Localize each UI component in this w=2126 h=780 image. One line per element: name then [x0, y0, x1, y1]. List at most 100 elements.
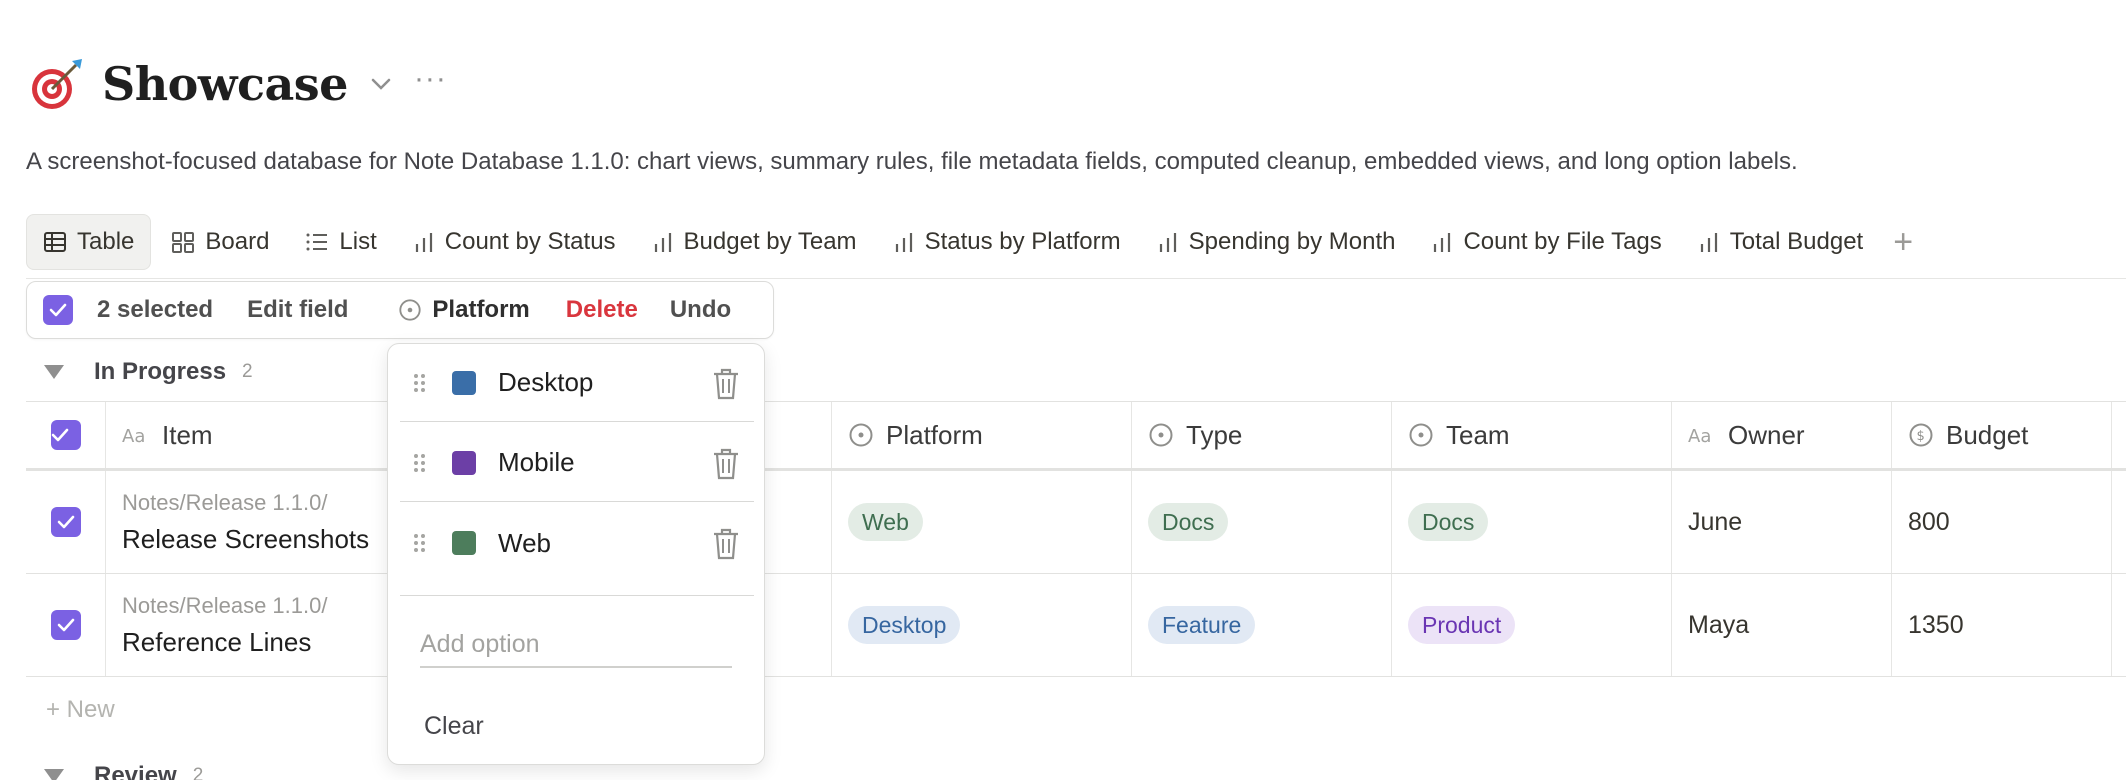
group-name: In Progress [94, 358, 227, 385]
tab-list[interactable]: List [289, 214, 392, 270]
type-tag: Docs [1148, 503, 1229, 541]
column-header-team[interactable]: Team [1392, 402, 1672, 468]
chart-icon [1700, 233, 1717, 252]
row-checkbox[interactable] [50, 610, 81, 640]
budget-cell[interactable]: 1350 [1892, 574, 2112, 676]
group-name: Review [94, 762, 177, 780]
tab-label: List [339, 228, 377, 255]
drag-handle-icon[interactable] [414, 534, 426, 552]
row-select-cell[interactable] [26, 471, 106, 573]
platform-field-label: Platform [432, 296, 530, 323]
chart-icon [1434, 233, 1451, 252]
group-header-review[interactable]: Review 2 [44, 762, 203, 780]
view-tabs: Table Board List Count by Status Budget … [26, 214, 1913, 270]
delete-button[interactable]: Delete [566, 296, 638, 324]
platform-options-dropdown: Desktop Mobile Web Add option Clear [387, 343, 765, 765]
select-property-icon [1409, 423, 1433, 447]
column-header-budget[interactable]: $ Budget [1892, 402, 2112, 468]
option-label[interactable]: Desktop [498, 367, 593, 398]
team-tag: Docs [1408, 503, 1489, 541]
row-checkbox[interactable] [50, 507, 81, 537]
drag-handle-icon[interactable] [414, 373, 426, 392]
column-header-platform[interactable]: Platform [832, 402, 1132, 468]
tab-board[interactable]: Board [155, 214, 285, 270]
type-cell[interactable]: Feature [1132, 574, 1392, 676]
platform-field-button[interactable]: Platform [398, 296, 530, 324]
list-icon [306, 233, 328, 251]
item-name[interactable]: Release Screenshots [122, 524, 369, 555]
column-header-type[interactable]: Type [1132, 402, 1392, 468]
checkmark-icon [57, 515, 74, 529]
option-web[interactable]: Web [400, 504, 754, 582]
option-mobile[interactable]: Mobile [400, 424, 754, 502]
selection-checkbox[interactable] [43, 295, 73, 325]
tab-budget-by-team[interactable]: Budget by Team [636, 214, 873, 270]
option-label[interactable]: Web [498, 528, 551, 559]
add-view-plus-icon[interactable]: + [1893, 225, 1913, 259]
owner-cell[interactable]: Maya [1672, 574, 1892, 676]
color-swatch[interactable] [452, 531, 476, 555]
tab-status-by-platform[interactable]: Status by Platform [877, 214, 1137, 270]
checkmark-icon [51, 428, 68, 442]
tab-spending-by-month[interactable]: Spending by Month [1141, 214, 1412, 270]
add-option-input[interactable]: Add option [420, 622, 732, 668]
item-path: Notes/Release 1.1.0/ [122, 592, 328, 618]
add-new-row-button[interactable]: + New [46, 696, 115, 724]
owner-cell[interactable]: June [1672, 471, 1892, 573]
table-header-row: Aa Item Platform Type Team Aa Owner $ Bu… [26, 401, 2126, 471]
collapse-triangle-icon[interactable] [44, 769, 64, 780]
edit-field-button[interactable]: Edit field [247, 296, 348, 324]
clear-button[interactable]: Clear [424, 712, 484, 741]
page-description: A screenshot-focused database for Note D… [26, 148, 1798, 175]
tab-count-by-status[interactable]: Count by Status [397, 214, 632, 270]
overflow-cell[interactable]: 22 [2112, 471, 2126, 573]
option-desktop[interactable]: Desktop [400, 344, 754, 422]
column-header-owner[interactable]: Aa Owner [1672, 402, 1892, 468]
trash-icon[interactable] [712, 368, 740, 400]
overflow-cell[interactable]: 64 [2112, 574, 2126, 676]
collapse-triangle-icon[interactable] [44, 365, 64, 379]
column-label: Platform [886, 419, 983, 450]
column-label: Item [162, 419, 213, 450]
color-swatch[interactable] [452, 450, 476, 475]
team-cell[interactable]: Product [1392, 574, 1672, 676]
trash-icon[interactable] [712, 528, 740, 560]
budget-cell[interactable]: 800 [1892, 471, 2112, 573]
group-header-in-progress[interactable]: In Progress 2 [44, 358, 253, 386]
select-all-checkbox[interactable] [50, 420, 81, 450]
undo-button[interactable]: Undo [670, 296, 731, 324]
tab-label: Spending by Month [1188, 228, 1396, 255]
chevron-down-icon[interactable] [366, 69, 396, 99]
team-cell[interactable]: Docs [1392, 471, 1672, 573]
tabs-divider [26, 278, 2126, 279]
platform-cell[interactable]: Web [832, 471, 1132, 573]
tab-label: Table [77, 228, 135, 255]
item-name[interactable]: Reference Lines [122, 627, 311, 658]
column-header-overflow[interactable]: $ [2112, 402, 2126, 468]
chart-icon [415, 233, 432, 252]
more-options-icon[interactable]: ··· [414, 64, 447, 94]
select-all-cell[interactable] [26, 402, 106, 468]
type-tag: Feature [1148, 606, 1256, 644]
type-cell[interactable]: Docs [1132, 471, 1392, 573]
tab-label: Budget by Team [683, 228, 857, 255]
option-label[interactable]: Mobile [498, 447, 575, 478]
select-property-icon [1149, 423, 1173, 447]
chart-icon [1159, 233, 1176, 252]
color-swatch[interactable] [452, 370, 476, 395]
chart-icon [895, 233, 912, 252]
chart-icon [654, 233, 671, 252]
selection-toolbar: 2 selected Edit field Platform Delete Un… [26, 281, 774, 339]
trash-icon[interactable] [712, 448, 740, 480]
currency-property-icon: $ [1909, 423, 1933, 447]
table-row[interactable]: Notes/Release 1.1.0/ Release Screenshots… [26, 471, 2126, 574]
tab-total-budget[interactable]: Total Budget [1682, 214, 1879, 270]
dropdown-divider [400, 595, 754, 596]
tab-count-by-file-tags[interactable]: Count by File Tags [1415, 214, 1677, 270]
platform-cell[interactable]: Desktop [832, 574, 1132, 676]
tab-table[interactable]: Table [26, 214, 152, 270]
table-row[interactable]: Notes/Release 1.1.0/ Reference Lines Des… [26, 574, 2126, 677]
target-emoji-icon[interactable] [28, 55, 86, 113]
row-select-cell[interactable] [26, 574, 106, 676]
drag-handle-icon[interactable] [414, 453, 426, 472]
